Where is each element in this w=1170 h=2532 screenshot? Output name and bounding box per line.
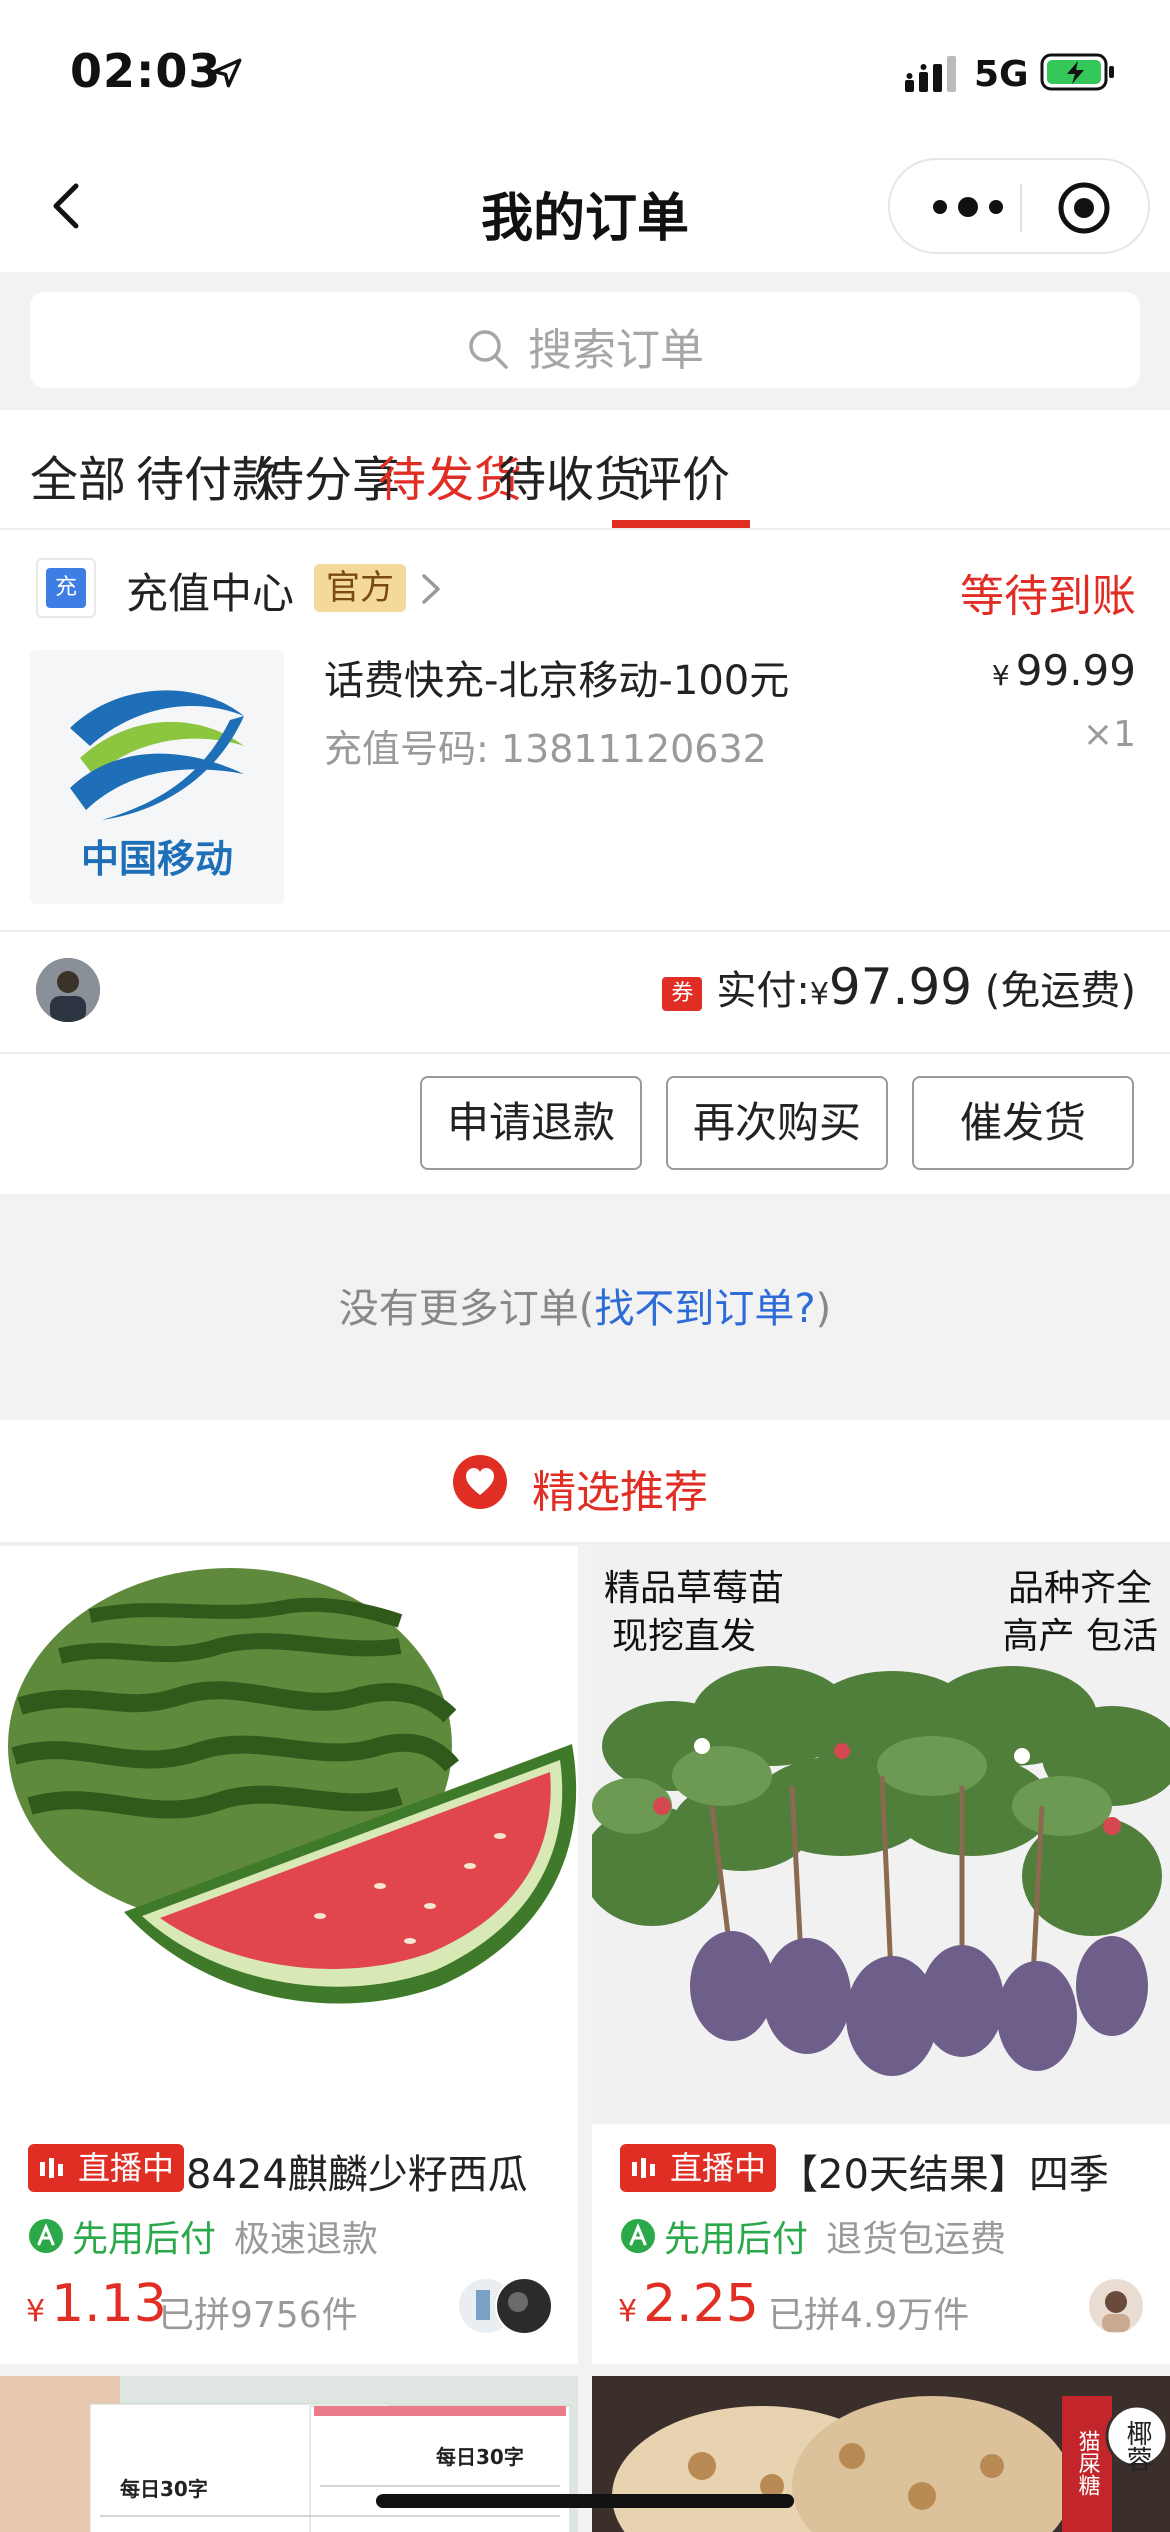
- product-card[interactable]: 猫屎糖 椰蓉: [592, 2376, 1170, 2532]
- store-icon-char: 充: [46, 568, 86, 608]
- pay-later-label: 先用后付: [72, 2219, 217, 2260]
- pay-later-icon: [29, 2219, 63, 2253]
- pay-later-label: 先用后付: [664, 2219, 809, 2260]
- search-area: 搜索订单: [0, 272, 1170, 410]
- store-name[interactable]: 充值中心: [126, 560, 294, 621]
- recommend-header: 精选推荐: [0, 1420, 1170, 1544]
- image-caption: 高产 包活: [1003, 1616, 1158, 1657]
- product-card[interactable]: 直播中 8424麒麟少籽西瓜 先用后付 极速退款 ¥1.13 已拼9756件: [0, 1546, 578, 2364]
- product-price: ¥2.25: [618, 2274, 759, 2334]
- no-more-text: 没有更多订单(: [338, 1286, 595, 1332]
- service-tag: 退货包运费: [826, 2219, 1007, 2260]
- buyer-avatars: [1087, 2277, 1145, 2335]
- active-tab-indicator: [612, 520, 750, 528]
- location-arrow-icon: [212, 58, 242, 88]
- image-caption: 现挖直发: [612, 1616, 756, 1657]
- network-type: 5G: [974, 54, 1029, 95]
- order-tabs: 全部 待付款 待分享 待发货 待收货 评价: [0, 410, 1170, 530]
- tab-pending-receipt[interactable]: 待收货: [498, 440, 642, 510]
- product-image[interactable]: 精品草莓苗 现挖直发 品种齐全 高产 包活: [592, 1546, 1170, 2124]
- cant-find-order-link[interactable]: 找不到订单?: [594, 1286, 815, 1332]
- image-caption: 品种齐全: [1008, 1568, 1152, 1609]
- chevron-right-icon[interactable]: [418, 572, 444, 606]
- recommend-title: 精选推荐: [532, 1467, 708, 1518]
- urge-shipment-button[interactable]: 催发货: [912, 1076, 1134, 1170]
- order-status: 等待到账: [960, 571, 1136, 622]
- product-card[interactable]: 精品草莓苗 现挖直发 品种齐全 高产 包活 直播中 【20天结果】四季 先用后付…: [592, 1546, 1170, 2364]
- divider: [0, 930, 1170, 932]
- product-title[interactable]: 话费快充-北京移动-100元: [324, 648, 789, 706]
- china-mobile-logo: 中国移动: [30, 650, 284, 904]
- recharge-number: 充值号码: 13811120632: [324, 727, 767, 771]
- product-image[interactable]: 中国移动: [30, 650, 284, 904]
- store-icon: 充: [36, 558, 96, 618]
- search-icon: [469, 330, 508, 369]
- paid-label: 实付:: [716, 968, 810, 1014]
- product-title[interactable]: 8424麒麟少籽西瓜: [186, 2142, 566, 2200]
- product-image: 猫屎糖 椰蓉: [592, 2376, 1170, 2532]
- status-bar: 02:03 5G: [0, 0, 1170, 140]
- paid-amount: 97.99: [828, 958, 973, 1016]
- tab-all[interactable]: 全部: [30, 440, 126, 510]
- logo-text: 中国移动: [81, 837, 233, 881]
- product-image: 每日30字 每日30字: [0, 2376, 578, 2532]
- no-more-orders: 没有更多订单(找不到订单?): [0, 1194, 1170, 1420]
- close-miniapp-icon[interactable]: [1056, 180, 1112, 236]
- rebuy-button[interactable]: 再次购买: [666, 1076, 888, 1170]
- image-caption: 精品草莓苗: [604, 1568, 784, 1609]
- live-bars-icon: [40, 2158, 63, 2178]
- buyer-avatars: [457, 2277, 553, 2335]
- product-title[interactable]: 【20天结果】四季: [778, 2142, 1158, 2200]
- search-placeholder: 搜索订单: [528, 325, 704, 376]
- official-badge: 官方: [314, 564, 406, 612]
- product-quantity: ×1: [1082, 714, 1136, 755]
- image-caption: 猫屎糖: [1075, 2430, 1101, 2496]
- coupon-badge: 券: [662, 977, 703, 1011]
- nav-bar: 我的订单: [0, 140, 1170, 272]
- product-price: ¥99.99: [991, 646, 1136, 695]
- heart-icon: [453, 1455, 507, 1509]
- refund-button[interactable]: 申请退款: [420, 1076, 642, 1170]
- order-card[interactable]: 充 充值中心 官方 等待到账 中国移动 话费快充-北京移动-100元 充值号码:…: [0, 530, 1170, 1194]
- service-tag: 极速退款: [234, 2219, 379, 2260]
- miniapp-capsule: [888, 158, 1150, 254]
- capsule-divider: [1020, 184, 1022, 232]
- live-bars-icon: [632, 2158, 655, 2178]
- shipping-note: (免运费): [984, 968, 1136, 1014]
- divider: [0, 1052, 1170, 1054]
- image-caption: 每日30字: [120, 2477, 208, 2501]
- avatar: [36, 958, 100, 1022]
- paid-currency: ¥: [809, 977, 829, 1012]
- live-badge: 直播中: [620, 2144, 777, 2192]
- paid-amount-line: 券实付:¥97.99 (免运费): [662, 958, 1136, 1016]
- product-image[interactable]: [0, 1546, 578, 2124]
- image-caption: 椰蓉: [1122, 2420, 1152, 2472]
- image-caption: 每日30字: [436, 2445, 524, 2469]
- status-time: 02:03: [70, 44, 222, 98]
- tab-review[interactable]: 评价: [634, 440, 730, 510]
- product-card[interactable]: 每日30字 每日30字: [0, 2376, 578, 2532]
- pay-later-icon: [621, 2219, 655, 2253]
- home-indicator[interactable]: [376, 2494, 794, 2508]
- sold-count: 已拼4.9万件: [768, 2295, 970, 2336]
- sold-count: 已拼9756件: [158, 2295, 358, 2336]
- more-dots-icon[interactable]: [926, 190, 1010, 224]
- live-badge: 直播中: [28, 2144, 185, 2192]
- product-price: ¥1.13: [26, 2274, 167, 2334]
- search-input[interactable]: 搜索订单: [30, 292, 1140, 388]
- signal-icon: [905, 56, 956, 92]
- battery-charging-icon: [1040, 53, 1114, 91]
